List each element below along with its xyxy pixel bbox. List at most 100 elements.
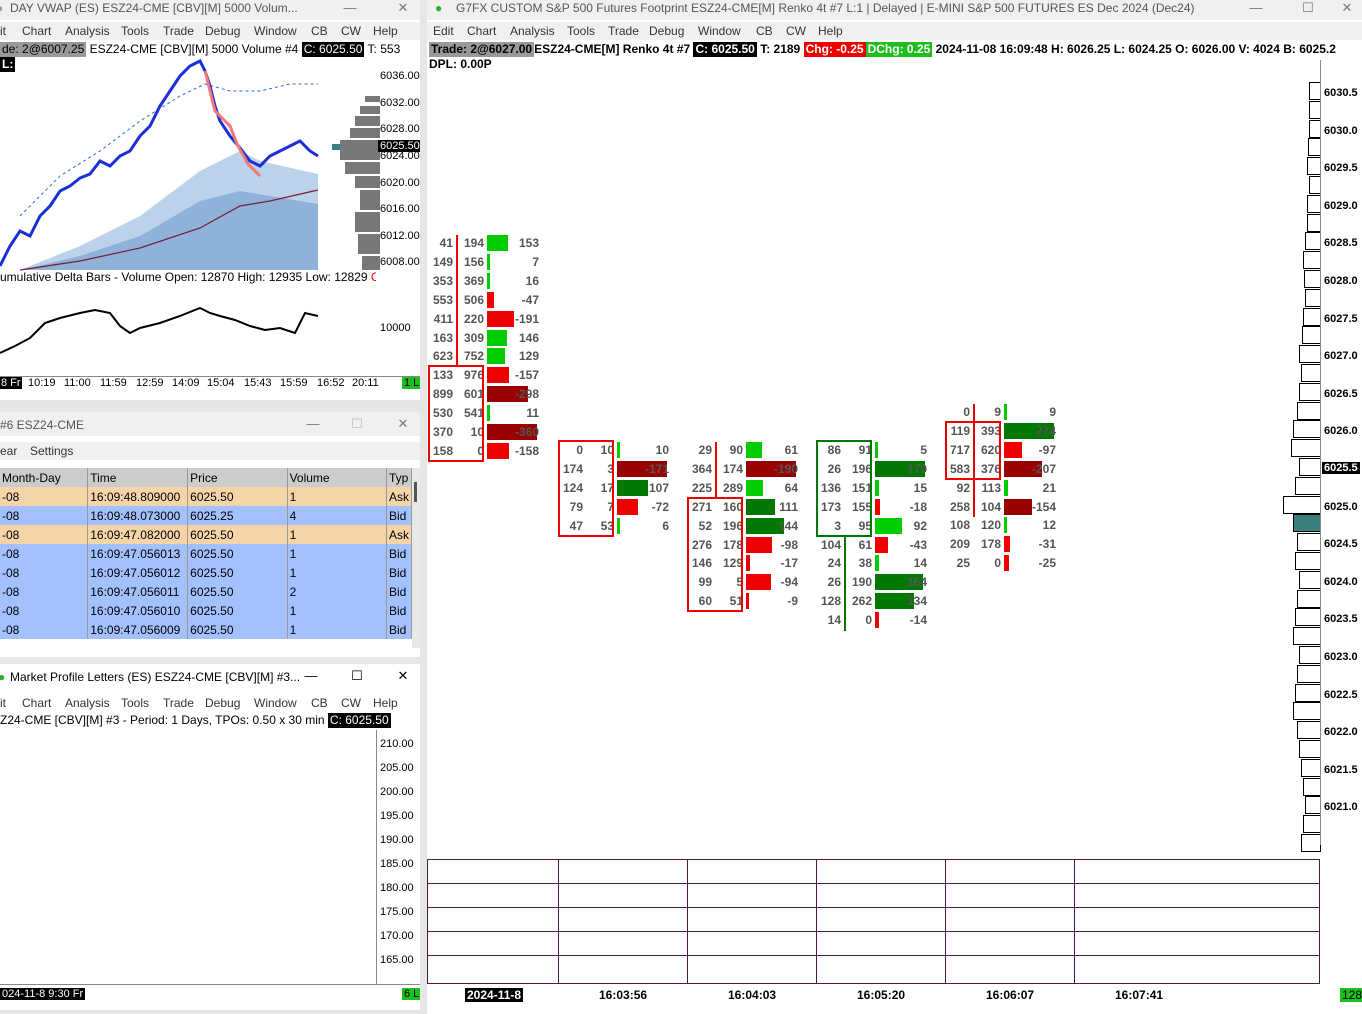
price-label: 6023.5 bbox=[1324, 613, 1358, 626]
menu-trade[interactable]: Trade bbox=[163, 22, 194, 40]
mp-titlebar[interactable]: ● Market Profile Letters (ES) ESZ24-CME … bbox=[0, 664, 420, 690]
table-cell: 6025.50 bbox=[187, 601, 288, 620]
volume-profile-bar bbox=[1299, 646, 1321, 664]
vwap-titlebar[interactable]: ● DAY VWAP (ES) ESZ24-CME [CBV][M] 5000 … bbox=[0, 0, 420, 20]
table-row[interactable]: -08 16:09:47.056011 6025.50 2 Bid bbox=[0, 582, 413, 601]
volume-profile-bar bbox=[1301, 834, 1321, 852]
price-label: 6021.0 bbox=[1324, 801, 1358, 814]
volume-profile-bar bbox=[1305, 232, 1321, 251]
close-icon[interactable]: ✕ bbox=[388, 0, 418, 18]
footprint-delta: -154 bbox=[1031, 499, 1056, 514]
col-price[interactable]: Price bbox=[187, 468, 288, 487]
table-cell: Bid bbox=[386, 563, 413, 582]
menu-chart[interactable]: Chart bbox=[22, 22, 51, 40]
menu-analysis[interactable]: Analysis bbox=[65, 22, 110, 40]
col-volume[interactable]: Volume bbox=[287, 468, 387, 487]
close-icon[interactable]: ✕ bbox=[388, 416, 418, 434]
time-label: 16:06:07 bbox=[986, 988, 1035, 1002]
volume-profile-bar bbox=[1297, 664, 1321, 683]
menu-edit[interactable]: it bbox=[0, 22, 6, 40]
menu-cb[interactable]: CB bbox=[311, 22, 328, 40]
footprint-ask: 156 bbox=[463, 254, 484, 269]
table-cell: 6025.50 bbox=[187, 525, 288, 544]
col-type[interactable]: Typ bbox=[386, 468, 413, 487]
price-axis[interactable]: 6030.5 6030.0 6029.5 6029.0 6028.5 6028.0 6027… bbox=[1322, 0, 1362, 860]
price-label: 6021.5 bbox=[1324, 763, 1358, 776]
menu-analysis[interactable]: Analysis bbox=[65, 694, 110, 712]
vwap-menubar: it Chart Analysis Tools Trade Debug Wind… bbox=[0, 22, 420, 40]
table-row[interactable]: -08 16:09:47.056009 6025.50 1 Bid bbox=[0, 620, 413, 639]
footprint-delta-bar bbox=[487, 272, 490, 289]
close-icon[interactable]: ✕ bbox=[388, 668, 418, 686]
price-label: 6029.0 bbox=[1324, 199, 1358, 212]
footprint-bid: 163 bbox=[432, 330, 453, 345]
scale-label: 195.00 bbox=[380, 810, 414, 822]
scale-label: 205.00 bbox=[380, 762, 414, 774]
app-icon: ● bbox=[0, 670, 6, 684]
minimize-icon[interactable]: — bbox=[298, 416, 328, 434]
menu-tools[interactable]: Tools bbox=[121, 22, 149, 40]
menu-edit[interactable]: it bbox=[0, 694, 6, 712]
table-cell: 16:09:47.056013 bbox=[87, 544, 189, 563]
table-row[interactable]: -08 16:09:47.082000 6025.50 1 Ask bbox=[0, 525, 413, 544]
menu-window[interactable]: Window bbox=[254, 694, 297, 712]
menu-cw[interactable]: CW bbox=[341, 22, 361, 40]
table-row[interactable]: -08 16:09:48.809000 6025.50 1 Ask bbox=[0, 487, 413, 506]
footprint-ask: 752 bbox=[463, 349, 484, 364]
mp-title: Market Profile Letters (ES) ESZ24-CME [C… bbox=[10, 670, 301, 684]
footprint-ask: 38 bbox=[858, 556, 872, 571]
footprint-chart[interactable]: 41 194 153 149 156 7 353 369 16 553 506 -47 411 220 -1… bbox=[427, 0, 1320, 860]
minimize-icon[interactable]: — bbox=[335, 0, 365, 18]
time-label: 15:59 bbox=[280, 377, 308, 389]
menu-settings[interactable]: Settings bbox=[30, 442, 73, 460]
scale-label: 200.00 bbox=[380, 786, 414, 798]
menu-chart[interactable]: Chart bbox=[22, 694, 51, 712]
cumulative-delta-chart[interactable] bbox=[0, 288, 376, 368]
imbalance-box bbox=[687, 496, 743, 613]
footprint-ask: 0 bbox=[994, 556, 1001, 571]
menu-help[interactable]: Help bbox=[373, 694, 398, 712]
col-time[interactable]: Time bbox=[87, 468, 189, 487]
footprint-ask: 0 bbox=[865, 613, 872, 628]
menu-clear[interactable]: ear bbox=[0, 442, 17, 460]
table-row[interactable]: -08 16:09:47.056013 6025.50 1 Bid bbox=[0, 544, 413, 563]
table-row[interactable]: -08 16:09:47.056012 6025.50 1 Bid bbox=[0, 563, 413, 582]
footprint-delta-bar bbox=[746, 574, 771, 591]
footprint-bid: 29 bbox=[698, 443, 712, 457]
footprint-ask: 506 bbox=[463, 292, 484, 307]
maximize-icon[interactable]: ☐ bbox=[342, 416, 372, 434]
mp-info-line: Z24-CME [CBV][M] #3 - Period: 1 Days, TP… bbox=[0, 713, 391, 728]
ts-titlebar[interactable]: #6 ESZ24-CME — ☐ ✕ bbox=[0, 412, 420, 436]
menu-cb[interactable]: CB bbox=[311, 694, 328, 712]
footprint-delta-bar bbox=[617, 517, 620, 534]
menu-help[interactable]: Help bbox=[373, 22, 398, 40]
minimize-icon[interactable]: — bbox=[296, 668, 326, 686]
volume-profile-bar bbox=[1303, 777, 1321, 796]
maximize-icon[interactable]: ☐ bbox=[342, 668, 372, 686]
ts-menubar: ear Settings bbox=[0, 442, 420, 460]
price-label: 6026.0 bbox=[1324, 425, 1358, 438]
menu-trade[interactable]: Trade bbox=[163, 694, 194, 712]
menu-cw[interactable]: CW bbox=[341, 694, 361, 712]
volume-profile-bar bbox=[1299, 345, 1321, 364]
table-cell: Bid bbox=[386, 620, 413, 639]
table-cell: 6025.50 bbox=[187, 544, 288, 563]
vwap-price-chart[interactable] bbox=[0, 56, 380, 272]
scale-label: 210.00 bbox=[380, 738, 414, 750]
menu-tools[interactable]: Tools bbox=[121, 694, 149, 712]
volume-profile-bar bbox=[1293, 514, 1321, 533]
menu-window[interactable]: Window bbox=[254, 22, 297, 40]
footprint-delta: 11 bbox=[526, 406, 539, 421]
grid-row-line bbox=[427, 931, 1320, 932]
bottom-badge: 1 L bbox=[402, 377, 420, 389]
scrollbar-thumb[interactable] bbox=[414, 482, 417, 502]
table-row[interactable]: -08 16:09:47.056010 6025.50 1 Bid bbox=[0, 601, 413, 620]
table-cell: Ask bbox=[386, 525, 413, 544]
footprint-delta: -298 bbox=[514, 387, 539, 402]
col-month-day[interactable]: Month-Day bbox=[0, 468, 89, 487]
footprint-delta: 21 bbox=[1042, 480, 1056, 495]
table-row[interactable]: -08 16:09:48.073000 6025.25 4 Bid bbox=[0, 506, 413, 525]
ts-scrollbar[interactable] bbox=[412, 468, 420, 648]
menu-debug[interactable]: Debug bbox=[205, 22, 240, 40]
menu-debug[interactable]: Debug bbox=[205, 694, 240, 712]
